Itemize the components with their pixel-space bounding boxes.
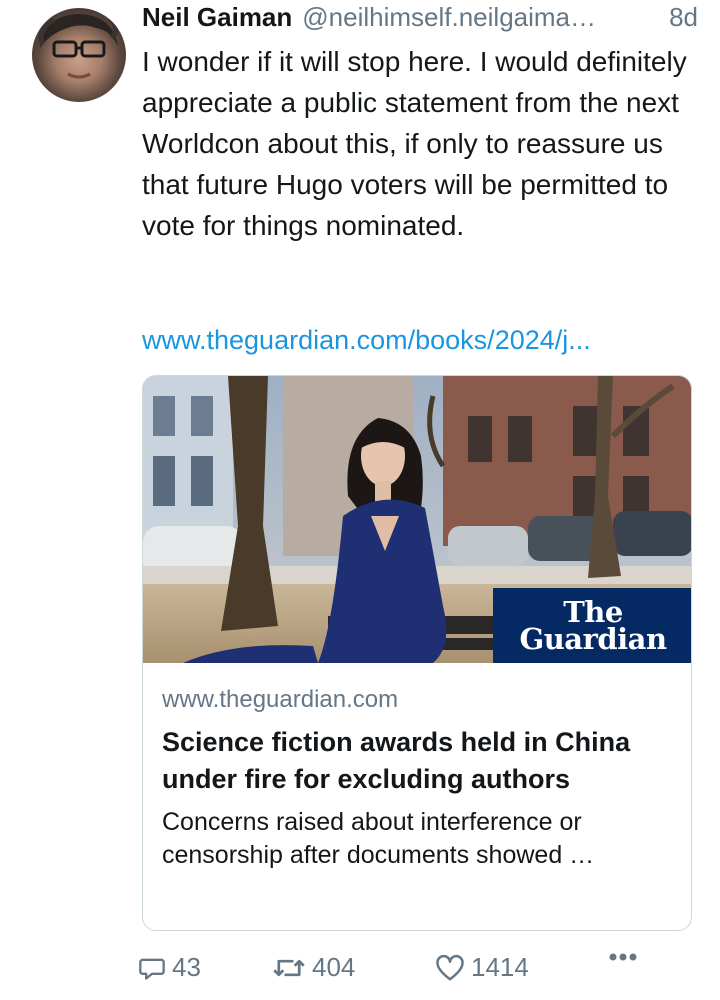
- reply-button[interactable]: 43: [138, 952, 201, 983]
- guardian-logo: The Guardian: [493, 588, 691, 663]
- more-button[interactable]: [608, 952, 638, 962]
- more-icon: [608, 952, 638, 962]
- tweet-timestamp[interactable]: 8d: [669, 2, 698, 33]
- logo-line-2: Guardian: [519, 621, 667, 656]
- author-name[interactable]: Neil Gaiman: [142, 2, 292, 33]
- like-icon: [435, 954, 465, 982]
- author-handle[interactable]: @neilhimself.neilgaima…: [302, 2, 663, 33]
- card-image[interactable]: The Guardian: [143, 376, 691, 663]
- like-button[interactable]: 1414: [435, 952, 529, 983]
- card-description: Concerns raised about interference or ce…: [162, 808, 595, 869]
- link-preview-card[interactable]: The Guardian www.theguardian.com Science…: [142, 375, 692, 931]
- card-body: www.theguardian.com Science fiction awar…: [162, 684, 672, 872]
- reply-icon: [138, 954, 166, 982]
- reply-count: 43: [172, 952, 201, 982]
- tweet-text: I wonder if it will stop here. I would d…: [142, 46, 687, 241]
- avatar-portrait: [38, 14, 118, 79]
- repost-icon: [272, 954, 306, 982]
- tweet-action-bar: 43 404 1414: [138, 952, 698, 992]
- avatar[interactable]: [32, 8, 126, 102]
- tweet-link[interactable]: www.theguardian.com/books/2024/j...: [142, 320, 698, 360]
- repost-count: 404: [312, 952, 356, 982]
- repost-button[interactable]: 404: [272, 952, 355, 983]
- card-title[interactable]: Science fiction awards held in China und…: [162, 724, 672, 798]
- tweet-header: Neil Gaiman @neilhimself.neilgaima… 8d: [142, 2, 698, 38]
- like-count: 1414: [471, 952, 529, 982]
- card-domain: www.theguardian.com: [162, 686, 399, 713]
